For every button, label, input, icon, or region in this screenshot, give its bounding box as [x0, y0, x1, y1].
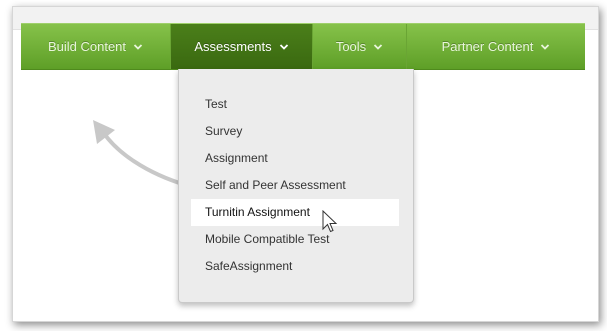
mouse-pointer-icon: [322, 210, 338, 233]
menu-build-content[interactable]: Build Content: [21, 24, 171, 69]
menu-assessments[interactable]: Assessments: [171, 24, 313, 69]
dropdown-item-mobile-compatible-test[interactable]: Mobile Compatible Test: [179, 226, 413, 253]
menu-tools-label: Tools: [335, 39, 367, 54]
menu-partner-content[interactable]: Partner Content: [407, 24, 585, 69]
chevron-down-icon: [133, 43, 143, 50]
menu-partner-content-label: Partner Content: [441, 39, 534, 54]
chevron-down-icon: [279, 43, 288, 50]
assessments-dropdown: Test Survey Assignment Self and Peer Ass…: [178, 69, 414, 303]
dropdown-item-turnitin-assignment[interactable]: Turnitin Assignment: [191, 199, 399, 226]
menu-tools[interactable]: Tools: [313, 24, 407, 69]
dropdown-item-safeassignment[interactable]: SafeAssignment: [179, 253, 413, 280]
menu-build-content-label: Build Content: [47, 39, 127, 54]
chevron-down-icon: [541, 43, 550, 50]
dropdown-item-assignment[interactable]: Assignment: [179, 145, 413, 172]
dropdown-item-self-peer-assessment[interactable]: Self and Peer Assessment: [179, 172, 413, 199]
dropdown-item-survey[interactable]: Survey: [179, 118, 413, 145]
menu-assessments-label: Assessments: [194, 39, 272, 54]
chevron-down-icon: [374, 43, 383, 50]
course-menubar: Build Content Assessments Tools Partner …: [21, 23, 585, 70]
dropdown-item-test[interactable]: Test: [179, 91, 413, 118]
